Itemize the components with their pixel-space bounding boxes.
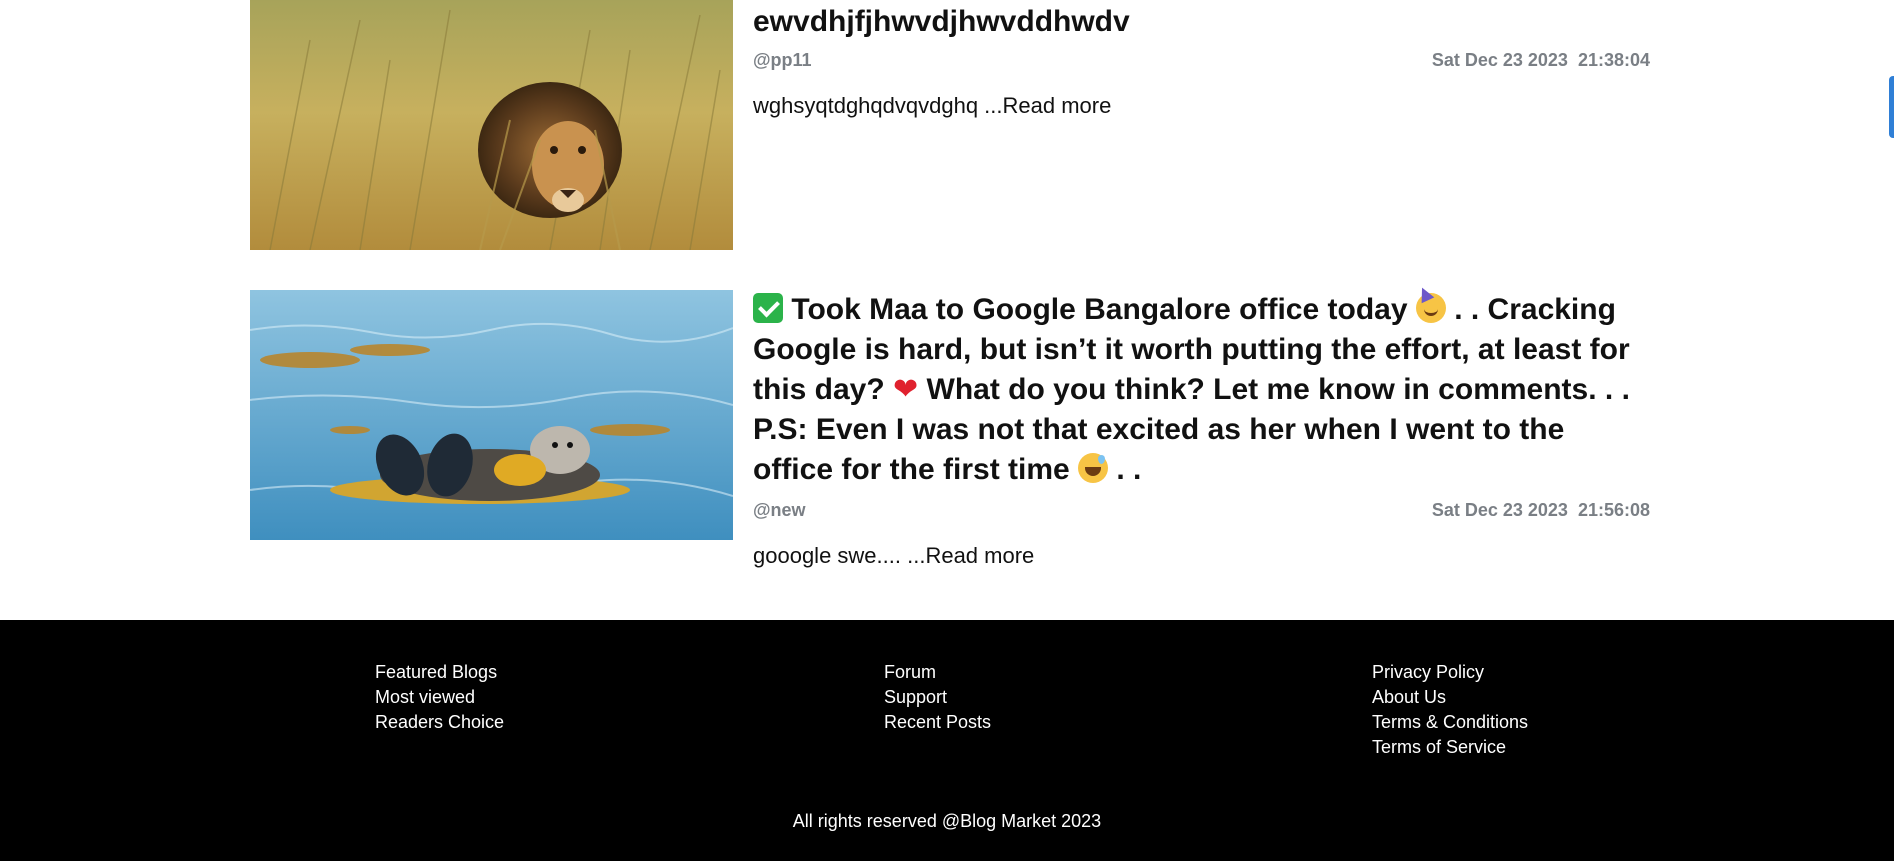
footer-link-about-us[interactable]: About Us (1372, 685, 1528, 710)
footer-link-readers-choice[interactable]: Readers Choice (375, 710, 504, 735)
footer-link-terms-of-service[interactable]: Terms of Service (1372, 735, 1528, 760)
post-thumbnail-lion[interactable] (250, 0, 733, 250)
footer-link-privacy-policy[interactable]: Privacy Policy (1372, 660, 1528, 685)
footer-link-featured-blogs[interactable]: Featured Blogs (375, 660, 504, 685)
footer-link-support[interactable]: Support (884, 685, 991, 710)
post-excerpt-text: gooogle swe.... (753, 543, 908, 568)
post-thumbnail-otter[interactable] (250, 290, 733, 540)
post-title[interactable]: Took Maa to Google Bangalore office toda… (753, 290, 1650, 490)
post-content: ewvdhjfjhwvdjhwvddhwdv @pp11 Sat Dec 23 … (753, 0, 1650, 250)
read-more-link[interactable]: ...Read more (907, 543, 1034, 568)
post-title-part: . . (1116, 453, 1142, 486)
footer-column-legal: Privacy Policy About Us Terms & Conditio… (1372, 660, 1528, 760)
post-title[interactable]: ewvdhjfjhwvdjhwvddhwdv (753, 2, 1650, 42)
blog-post-card: Took Maa to Google Bangalore office toda… (250, 290, 1650, 569)
post-excerpt: gooogle swe.... ...Read more (753, 543, 1650, 569)
post-author[interactable]: @pp11 (753, 50, 812, 71)
blog-post-card: ewvdhjfjhwvdjhwvddhwdv @pp11 Sat Dec 23 … (250, 0, 1650, 250)
read-more-link[interactable]: ...Read more (984, 93, 1111, 118)
post-meta: @new Sat Dec 23 2023 21:56:08 (753, 500, 1650, 521)
post-title-part: Took Maa to Google Bangalore office toda… (791, 293, 1408, 326)
post-meta: @pp11 Sat Dec 23 2023 21:38:04 (753, 50, 1650, 71)
check-mark-icon (753, 293, 783, 323)
post-excerpt: wghsyqtdghqdvqvdghq ...Read more (753, 93, 1650, 119)
footer-link-terms-conditions[interactable]: Terms & Conditions (1372, 710, 1528, 735)
site-footer: Featured Blogs Most viewed Readers Choic… (0, 620, 1894, 861)
scroll-indicator[interactable] (1889, 76, 1894, 138)
post-date-day: Sat Dec 23 2023 (1431, 500, 1568, 520)
post-date-day: Sat Dec 23 2023 (1431, 50, 1568, 70)
grinning-sweat-icon (1078, 453, 1109, 483)
post-content: Took Maa to Google Bangalore office toda… (753, 290, 1650, 569)
footer-link-recent-posts[interactable]: Recent Posts (884, 710, 991, 735)
post-author[interactable]: @new (753, 500, 806, 521)
post-title-part: What do you think? Let me know in commen… (753, 373, 1630, 486)
post-date-time: 21:56:08 (1577, 500, 1650, 520)
party-face-icon (1415, 293, 1446, 323)
footer-column-featured: Featured Blogs Most viewed Readers Choic… (375, 660, 504, 735)
red-heart-icon: ❤ (893, 372, 919, 407)
post-date: Sat Dec 23 2023 21:38:04 (1432, 50, 1650, 71)
footer-link-most-viewed[interactable]: Most viewed (375, 685, 504, 710)
footer-column-community: Forum Support Recent Posts (884, 660, 991, 735)
post-excerpt-text: wghsyqtdghqdvqvdghq (753, 93, 985, 118)
copyright-text: All rights reserved @Blog Market 2023 (792, 811, 1102, 831)
footer-link-forum[interactable]: Forum (884, 660, 991, 685)
post-date: Sat Dec 23 2023 21:56:08 (1432, 500, 1650, 521)
post-date-time: 21:38:04 (1577, 50, 1650, 70)
